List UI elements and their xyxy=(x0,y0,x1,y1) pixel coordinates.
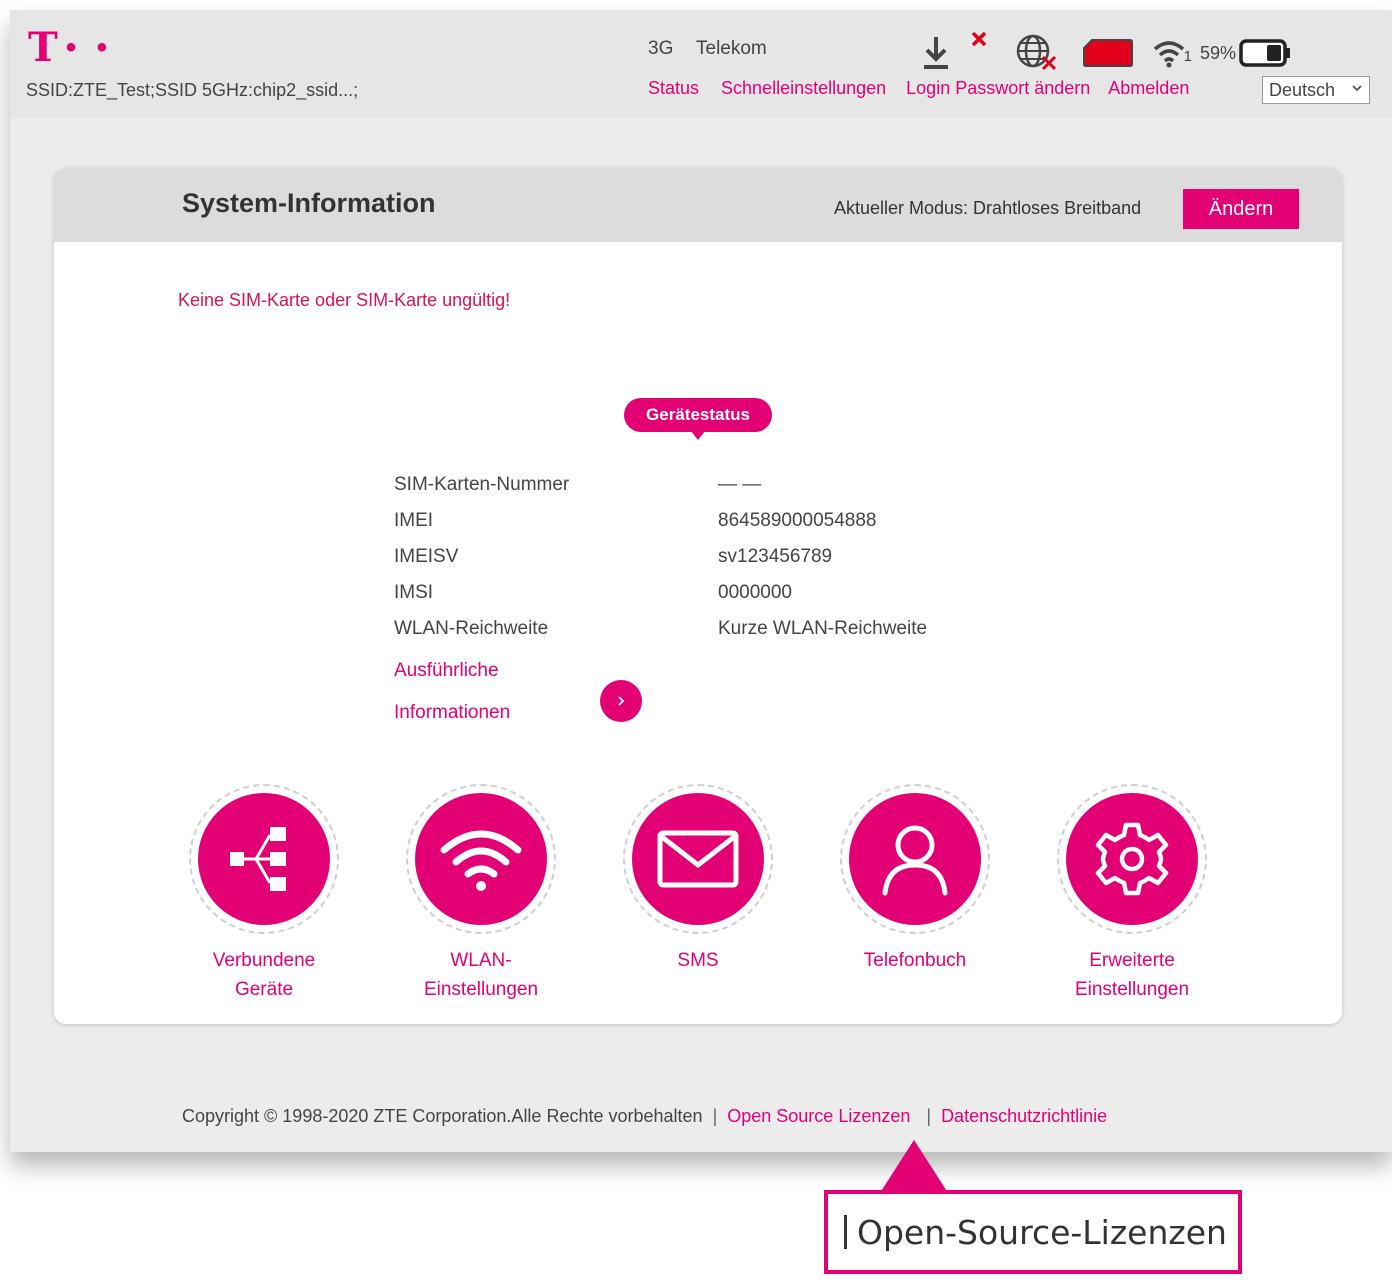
battery-percent: 59% xyxy=(1200,42,1237,63)
tile-label-line1: Telefonbuch xyxy=(863,950,967,971)
language-value: Deutsch xyxy=(1269,79,1336,100)
nav-quick-settings[interactable]: Schnelleinstellungen xyxy=(721,78,886,99)
device-status-badge: Gerätestatus xyxy=(624,398,772,440)
wifi-icon xyxy=(440,830,522,891)
tile-circle[interactable] xyxy=(849,793,981,925)
wifi-client-count: 1 xyxy=(1183,48,1192,65)
tile-circle[interactable] xyxy=(1066,793,1198,925)
copyright-text: Copyright © 1998-2020 ZTE Corporation.Al… xyxy=(182,1106,703,1126)
tile-label-line2: Einstellungen xyxy=(423,979,539,1000)
info-label-imei: IMEI xyxy=(394,510,434,531)
sms-error-icon xyxy=(956,30,1002,48)
nav-logout[interactable]: Abmelden xyxy=(1108,78,1189,99)
language-select[interactable]: Deutsch xyxy=(1262,76,1370,104)
footer: Copyright © 1998-2020 ZTE Corporation.Al… xyxy=(182,1106,1107,1127)
nav-status[interactable]: Status xyxy=(648,78,699,99)
nav-change-login-password[interactable]: Login Passwort ändern xyxy=(906,78,1090,99)
tile-circle[interactable] xyxy=(415,793,547,925)
info-label-imsi: IMSI xyxy=(394,582,434,603)
top-header: T • • SSID:ZTE_Test;SSID 5GHz:chip2_ssid… xyxy=(10,10,1392,118)
footer-separator: | xyxy=(712,1106,718,1126)
privacy-policy-link[interactable]: Datenschutzrichtlinie xyxy=(941,1106,1107,1127)
tile-label-line2: Einstellungen xyxy=(1074,979,1190,1000)
chevron-right-icon xyxy=(618,696,625,706)
tile-label-line1: WLAN- xyxy=(450,950,512,971)
battery-icon xyxy=(1238,38,1292,68)
info-value-imeisv: sv123456789 xyxy=(718,546,833,567)
info-label-wlan-range: WLAN-Reichweite xyxy=(394,618,549,639)
sim-warning: Keine SIM-Karte oder SIM-Karte ungültig! xyxy=(178,290,511,310)
status-icons: 1 59% xyxy=(916,30,1292,74)
footer-separator: | xyxy=(926,1106,932,1126)
logo-dots: • • xyxy=(65,31,114,64)
tile-label-line1: Verbundene xyxy=(212,950,316,971)
current-mode-text: Aktueller Modus: Drahtloses Breitband xyxy=(834,198,1142,218)
tile-label[interactable]: WLAN- Einstellungen xyxy=(366,946,596,1004)
page-title: System-Information xyxy=(182,188,436,218)
info-label-sim-number: SIM-Karten-Nummer xyxy=(394,474,570,495)
tile-label[interactable]: SMS xyxy=(583,946,813,975)
tile-label-line2: Geräte xyxy=(234,979,294,1000)
tile-label[interactable]: Verbundene Geräte xyxy=(149,946,379,1004)
carrier-name: Telekom xyxy=(696,38,767,59)
download-icon xyxy=(916,35,956,71)
tile-circle[interactable] xyxy=(632,793,764,925)
info-value-sim-number: — — xyxy=(718,474,762,495)
gear-icon xyxy=(1095,822,1169,896)
person-icon xyxy=(882,825,948,896)
network-type: 3G xyxy=(648,38,674,59)
open-source-licenses-link[interactable]: Open Source Lizenzen xyxy=(727,1106,910,1127)
internet-disconnected-icon xyxy=(1002,33,1072,73)
router-web-ui: T • • SSID:ZTE_Test;SSID 5GHz:chip2_ssid… xyxy=(10,10,1392,1152)
tile-label-line1: Erweiterte xyxy=(1089,950,1175,971)
card-header: System-Information Aktueller Modus: Drah… xyxy=(54,168,1342,242)
details-arrow-button[interactable] xyxy=(600,680,642,722)
logo-t: T xyxy=(28,24,58,71)
info-value-imei: 864589000054888 xyxy=(718,510,877,531)
details-link-line2[interactable]: Informationen xyxy=(394,702,510,724)
tile-circle[interactable] xyxy=(198,793,330,925)
tile-label[interactable]: Erweiterte Einstellungen xyxy=(1017,946,1247,1004)
wifi-status-icon: 1 xyxy=(1144,37,1194,69)
ssid-text: SSID:ZTE_Test;SSID 5GHz:chip2_ssid...; xyxy=(26,80,359,100)
callout-text: Open-Source-Lizenzen xyxy=(857,1212,1227,1252)
info-label-imeisv: IMEISV xyxy=(394,546,459,567)
change-mode-button[interactable]: Ändern xyxy=(1183,189,1299,229)
details-link-line1[interactable]: Ausführliche xyxy=(394,660,499,682)
sim-card-icon xyxy=(1072,38,1144,68)
system-info-card: System-Information Aktueller Modus: Drah… xyxy=(54,168,1342,1024)
tile-label[interactable]: Telefonbuch xyxy=(800,946,1030,975)
callout-bar xyxy=(844,1215,847,1249)
chevron-down-icon xyxy=(1351,81,1363,97)
nav-links: Status Schnelleinstellungen Login Passwo… xyxy=(648,78,1189,99)
telekom-logo[interactable]: T • • xyxy=(28,28,113,68)
info-value-imsi: 0000000 xyxy=(718,582,792,603)
connected-devices-icon xyxy=(230,827,286,891)
callout-box: Open-Source-Lizenzen xyxy=(824,1190,1242,1274)
info-value-wlan-range: Kurze WLAN-Reichweite xyxy=(718,618,928,639)
envelope-icon xyxy=(657,830,739,888)
callout-pointer xyxy=(878,1140,950,1196)
tile-label-line1: SMS xyxy=(677,950,719,971)
